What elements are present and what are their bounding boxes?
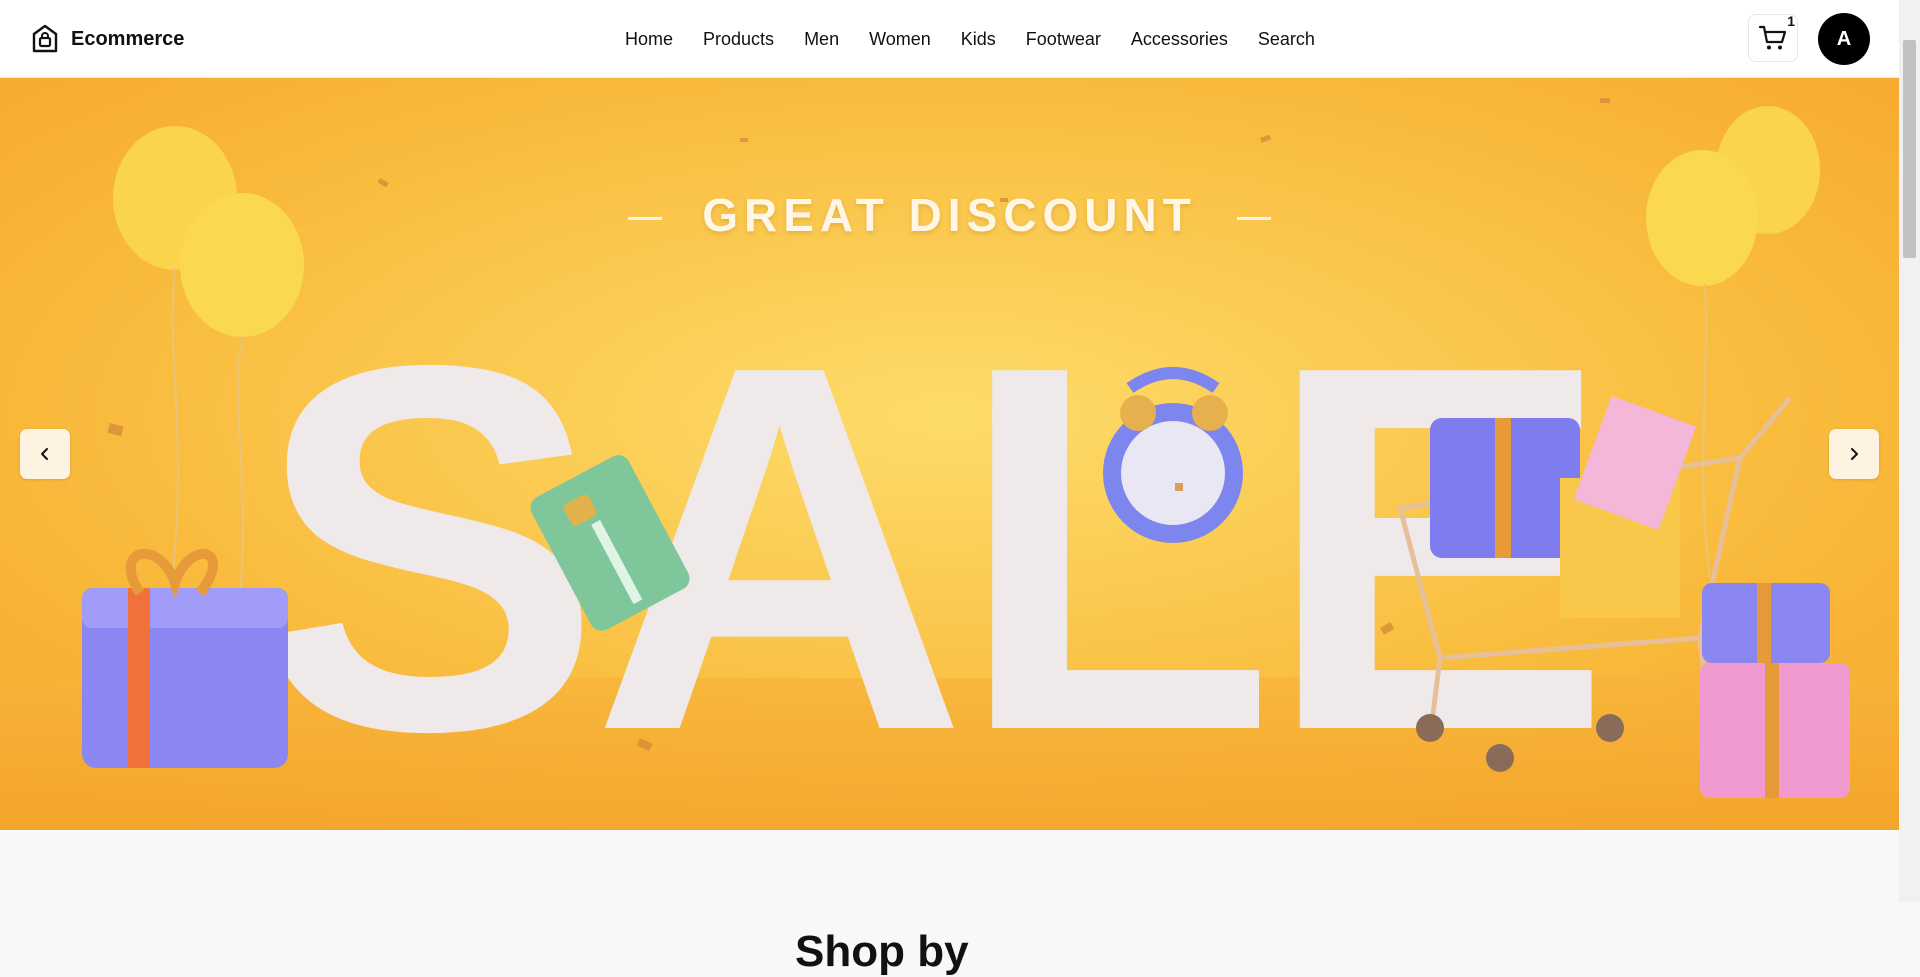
nav-women[interactable]: Women bbox=[869, 29, 931, 50]
hero-carousel: SALE GREAT DISCOUNT bbox=[0, 78, 1899, 830]
chevron-right-icon bbox=[1851, 448, 1858, 460]
nav-search[interactable]: Search bbox=[1258, 29, 1315, 50]
nav-products[interactable]: Products bbox=[703, 29, 774, 50]
nav-footwear[interactable]: Footwear bbox=[1026, 29, 1101, 50]
nav-kids[interactable]: Kids bbox=[961, 29, 996, 50]
section-heading: Shop by bbox=[795, 926, 969, 976]
hero-kicker: GREAT DISCOUNT bbox=[0, 188, 1899, 242]
main-nav: Home Products Men Women Kids Footwear Ac… bbox=[625, 0, 1315, 78]
house-bag-icon bbox=[32, 24, 58, 53]
shopping-cart-icon bbox=[1758, 25, 1787, 50]
nav-home[interactable]: Home bbox=[625, 29, 673, 50]
chevron-left-icon bbox=[41, 448, 48, 460]
hero-kicker-text: GREAT DISCOUNT bbox=[702, 189, 1197, 241]
carousel-prev-button[interactable] bbox=[20, 429, 70, 479]
sale-letters: SALE bbox=[255, 258, 1602, 830]
carousel-next-button[interactable] bbox=[1829, 429, 1879, 479]
page-scrollbar[interactable] bbox=[1899, 0, 1920, 902]
nav-men[interactable]: Men bbox=[804, 29, 839, 50]
brand-name: Ecommerce bbox=[71, 27, 185, 50]
nav-accessories[interactable]: Accessories bbox=[1131, 29, 1228, 50]
cart-count-badge: 1 bbox=[1787, 13, 1795, 29]
cart-button[interactable]: 1 bbox=[1748, 13, 1798, 62]
user-avatar[interactable]: A bbox=[1818, 13, 1870, 65]
scrollbar-thumb[interactable] bbox=[1903, 40, 1916, 258]
top-navbar: Ecommerce Home Products Men Women Kids F… bbox=[0, 0, 1899, 78]
brand-logo-link[interactable]: Ecommerce bbox=[31, 0, 184, 78]
kicker-dash-left bbox=[628, 217, 663, 221]
kicker-dash-right bbox=[1236, 217, 1271, 221]
